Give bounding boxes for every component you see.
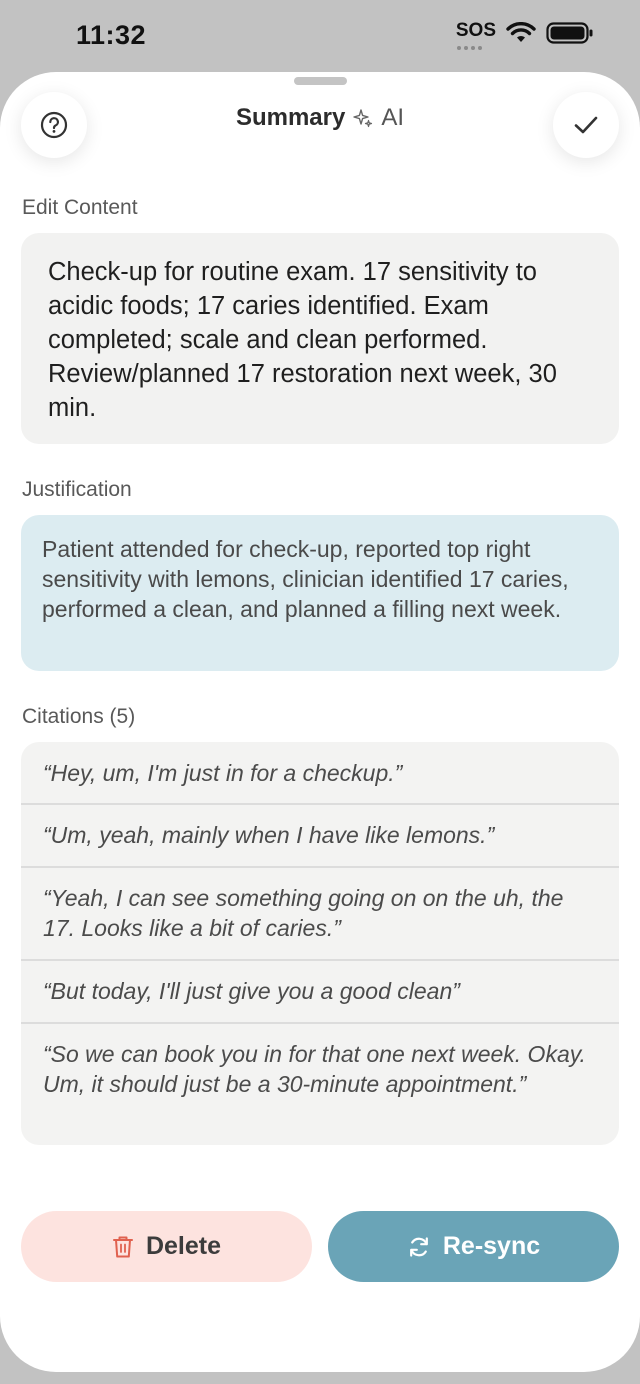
delete-label: Delete xyxy=(145,1232,222,1260)
battery-icon xyxy=(546,22,593,44)
sparkle-icon xyxy=(353,109,373,128)
justification-text: Patient attended for check-up, reported … xyxy=(21,515,619,671)
citation-item[interactable]: “Hey, um, I'm just in for a checkup.” xyxy=(21,758,619,788)
trash-icon xyxy=(112,1236,133,1257)
sheet-grabber[interactable] xyxy=(294,77,347,85)
citation-item[interactable]: “Yeah, I can see something going on on t… xyxy=(21,883,619,943)
citation-item[interactable]: “So we can book you in for that one next… xyxy=(21,1039,619,1099)
edit-content-field[interactable]: Check-up for routine exam. 17 sensitivit… xyxy=(21,233,619,444)
justification-label: Justification xyxy=(22,478,132,501)
sheet-header: Summary AI xyxy=(0,104,640,132)
delete-button[interactable]: Delete xyxy=(21,1211,312,1282)
status-icons: SOS xyxy=(455,20,594,50)
wifi-icon xyxy=(506,22,536,42)
citations-list: “Hey, um, I'm just in for a checkup.” “U… xyxy=(21,742,619,1145)
app-screen: 11:32 SOS Summary AI Edit Content Check-… xyxy=(0,0,640,1384)
refresh-icon xyxy=(409,1236,428,1257)
citation-item[interactable]: “Um, yeah, mainly when I have like lemon… xyxy=(21,820,619,850)
resync-button[interactable]: Re-sync xyxy=(328,1211,619,1282)
sos-label: SOS xyxy=(455,20,496,41)
done-button[interactable] xyxy=(553,92,619,158)
citations-label: Citations (5) xyxy=(22,705,136,728)
resync-label: Re-sync xyxy=(442,1232,541,1260)
divider xyxy=(21,1022,619,1024)
page-title: Summary xyxy=(235,104,346,131)
divider xyxy=(21,866,619,868)
status-time: 11:32 xyxy=(76,20,147,50)
edit-content-label: Edit Content xyxy=(22,196,138,219)
status-bar: 11:32 SOS xyxy=(0,0,640,72)
divider xyxy=(21,959,619,961)
ai-label: AI xyxy=(381,104,405,131)
sos-indicator: SOS xyxy=(455,20,496,50)
citation-item[interactable]: “But today, I'll just give you a good cl… xyxy=(21,976,619,1006)
signal-dots-icon xyxy=(456,46,482,50)
divider xyxy=(21,803,619,805)
checkmark-icon xyxy=(574,116,598,134)
summary-sheet: Summary AI Edit Content Check-up for rou… xyxy=(0,72,640,1372)
